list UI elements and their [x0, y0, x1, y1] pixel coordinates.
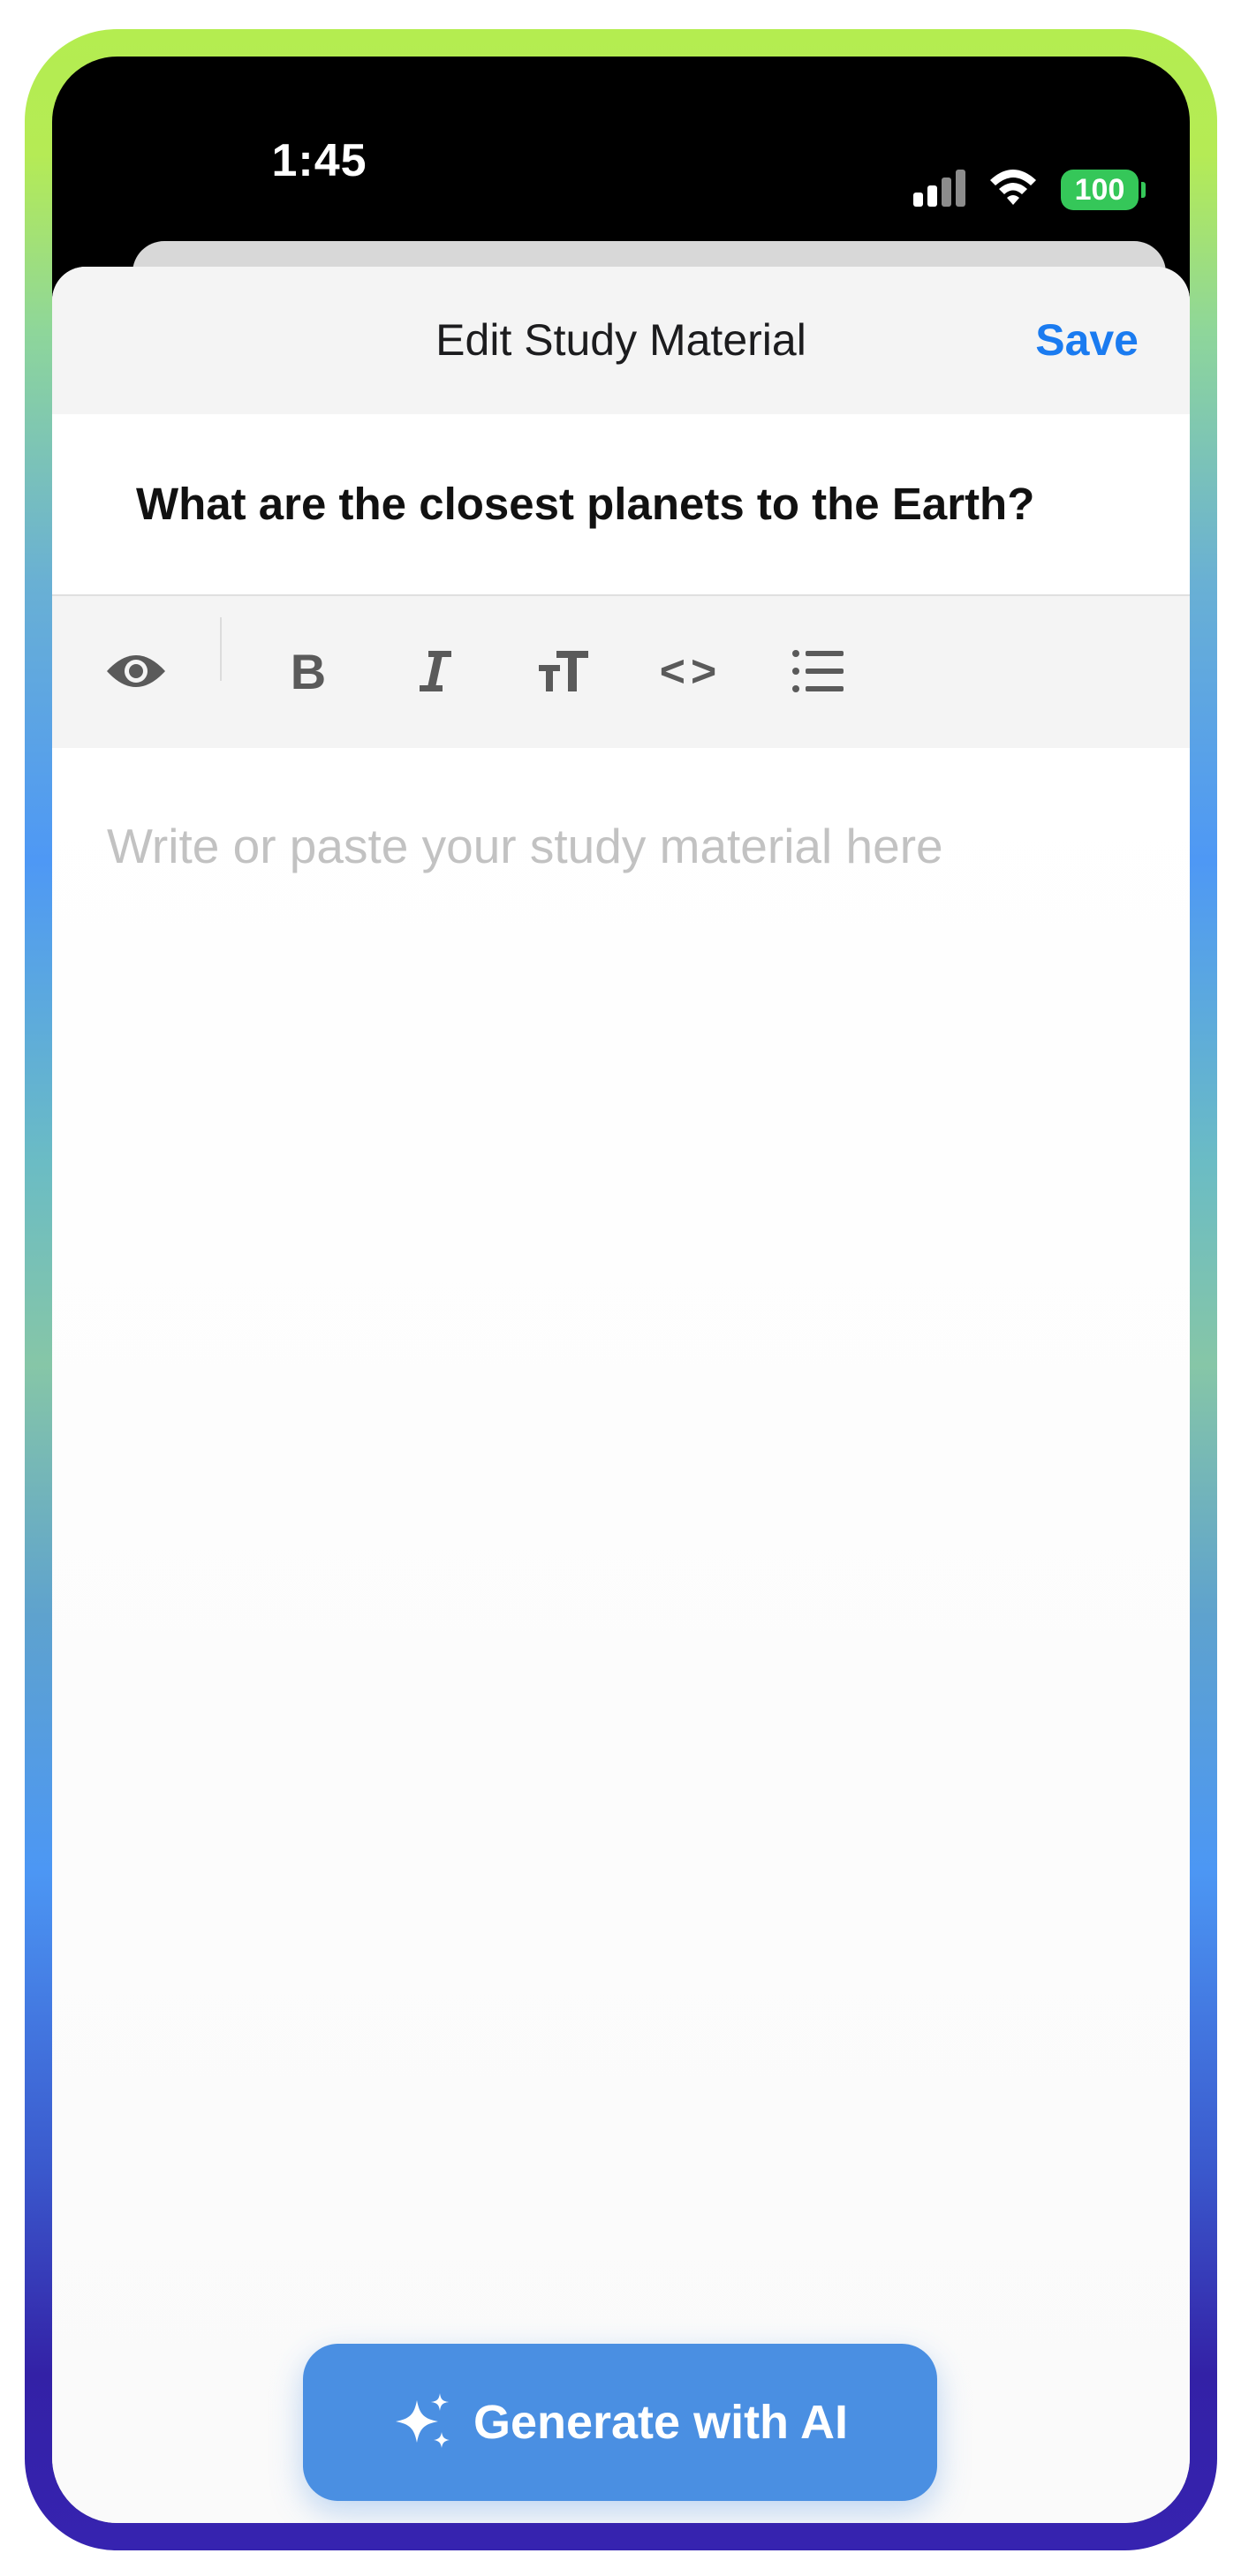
toolbar-divider [220, 617, 222, 681]
material-title-field[interactable]: What are the closest planets to the Eart… [52, 414, 1190, 594]
editor-area [52, 748, 1190, 2523]
heading-button[interactable] [524, 631, 603, 711]
list-button[interactable] [778, 631, 858, 711]
preview-button[interactable] [96, 631, 176, 711]
signal-icon [913, 170, 965, 207]
italic-button[interactable] [396, 631, 475, 711]
save-button[interactable]: Save [988, 267, 1139, 414]
text-size-icon [539, 651, 588, 691]
eye-icon [107, 655, 165, 687]
device-screen: 1:45 100 Edit Study Material Save What a… [52, 57, 1190, 2523]
wifi-icon [990, 170, 1036, 205]
italic-icon [420, 651, 451, 691]
bold-icon: B [290, 643, 327, 699]
material-title: What are the closest planets to the Eart… [136, 479, 1035, 529]
code-button[interactable]: <> [651, 631, 730, 711]
device-frame: 1:45 100 Edit Study Material Save What a… [25, 29, 1217, 2550]
study-material-input[interactable] [105, 801, 1142, 891]
nav-title: Edit Study Material [435, 315, 806, 365]
format-toolbar: B <> [52, 594, 1190, 750]
edit-sheet: Edit Study Material Save What are the cl… [52, 267, 1190, 2523]
battery-icon: 100 [1061, 170, 1139, 210]
generate-with-ai-button[interactable]: Generate with AI [303, 2344, 937, 2501]
code-icon: <> [659, 646, 723, 696]
list-icon [792, 650, 844, 692]
bold-button[interactable]: B [269, 631, 348, 711]
battery-tip [1141, 182, 1146, 198]
status-time: 1:45 [271, 135, 367, 186]
nav-bar: Edit Study Material Save [52, 267, 1190, 414]
generate-label: Generate with AI [473, 2396, 849, 2449]
sparkles-icon [395, 2393, 450, 2448]
